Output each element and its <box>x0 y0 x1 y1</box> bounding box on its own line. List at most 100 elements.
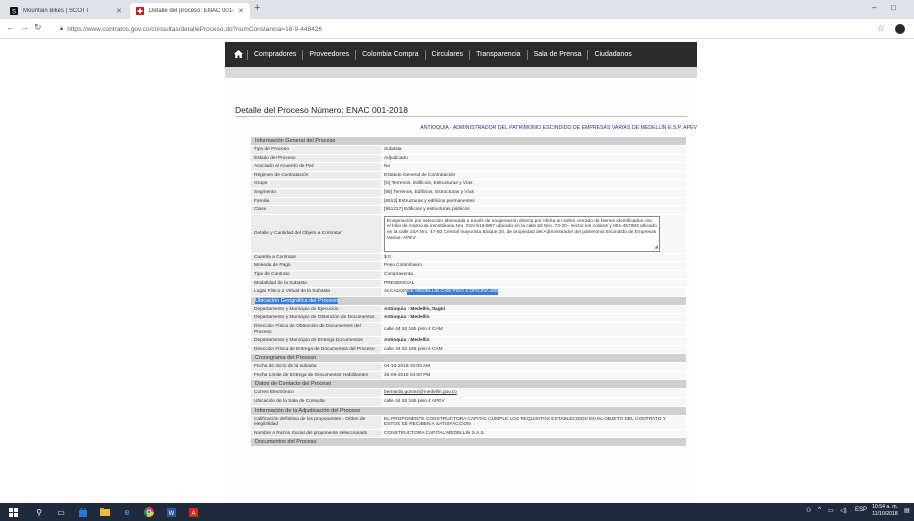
row-value: Adjudicado <box>381 154 686 163</box>
scott-icon: S <box>10 7 18 16</box>
nav-item-transparencia[interactable]: Transparencia <box>469 49 527 60</box>
table-row: Tipo de Contrato Compraventa <box>251 270 686 280</box>
store-icon[interactable] <box>76 506 90 518</box>
nav-item-circulares[interactable]: Circulares <box>424 49 470 60</box>
nav-item-ciudadanos[interactable]: Ciudadanos <box>587 49 637 60</box>
table-row: Segmento [95] Terrenos, Edificios, Estruc… <box>251 188 686 198</box>
row-value: $ 0 <box>381 253 686 262</box>
people-icon[interactable]: ⚇ <box>806 507 811 514</box>
svg-text:A: A <box>191 511 195 517</box>
table-row: Cuantía a Contratar $ 0 <box>251 253 686 263</box>
entity-name: ANTIOQUIA - ADMINISTRADOR DEL PATRIMONIO… <box>420 125 697 131</box>
row-value: ALCALDIA DE MEDELLIN CAM PISO 4 OFICINA … <box>381 288 686 296</box>
browser-tab-detalle[interactable]: Detalle del proceso: ENAC 001-2 ✕ <box>130 3 250 19</box>
row-label: Familia <box>251 197 381 206</box>
row-value: Peso Colombiano <box>381 262 686 270</box>
table-row-ubicacion: Dirección Física de Entrega de Documento… <box>251 345 686 355</box>
table-row-ubicacion: Departamento y Municipio de Ejecución Ant… <box>251 305 686 315</box>
section-header-contacto: Datos de Contacto del Proceso <box>251 380 686 390</box>
taskbar-clock[interactable]: 10:54 a. m. 11/10/2018 <box>872 504 898 518</box>
table-row: Clase [951217] Edificios y estructuras pú… <box>251 206 686 215</box>
table-row-contacto: Ubicación de la Sala de Consulta calle 44… <box>251 398 686 407</box>
row-label: Segmento <box>251 188 381 197</box>
section-header-documentos: Documentos del Proceso <box>251 438 686 448</box>
table-row: Familia [9512] Estructuras y edificios pe… <box>251 197 686 207</box>
row-label: Detalle y Cantidad del Objeto a Contrata… <box>251 214 381 253</box>
browser-tab-scott[interactable]: S Mountain Bikes | SCOTT ✕ <box>4 3 128 19</box>
table-row-adjudicacion: Calificación definitiva de los proponent… <box>251 415 686 430</box>
row-value: Antioquia : Medellín <box>381 337 686 345</box>
row-value: Subasta <box>381 146 686 154</box>
volume-icon[interactable]: ◁) <box>840 507 847 514</box>
language-indicator[interactable]: ESP <box>855 507 867 513</box>
nav-item-colombia-compra[interactable]: Colombia Compra <box>355 49 424 60</box>
table-row-cronograma: Fecha de Inicio de la subasta 04-10-2018 … <box>251 363 686 372</box>
row-label: Calificación definitiva de los proponent… <box>251 415 381 429</box>
profile-avatar[interactable] <box>895 24 905 34</box>
tray-chevron-icon[interactable]: ^ <box>818 507 821 513</box>
word-icon[interactable]: W <box>164 506 178 518</box>
file-explorer-icon[interactable] <box>98 506 112 518</box>
search-icon[interactable]: ⚲ <box>32 506 46 518</box>
page-viewport: Compradores Proveedores Colombia Compra … <box>0 39 914 503</box>
bookmark-star-icon[interactable]: ☆ <box>877 23 885 34</box>
network-icon[interactable]: ▭ <box>828 507 834 514</box>
lock-icon: 🔒︎ <box>60 25 64 32</box>
resize-grip-icon[interactable]: ◢ <box>654 245 658 251</box>
reload-icon[interactable]: ↻ <box>34 22 42 33</box>
row-value: 25-09-2018 04:00 PM <box>381 371 686 380</box>
main-content: Detalle del Proceso Número: ENAC 001-201… <box>225 78 697 503</box>
email-link[interactable]: bernardo.gomez@medellin.gov.co <box>381 389 686 398</box>
row-label: Clase <box>251 206 381 214</box>
table-row: Grupo [G] Terrenos, Edificios, Estructura… <box>251 180 686 189</box>
row-label: Tipo de Contrato <box>251 270 381 279</box>
sub-nav-bar <box>225 67 697 78</box>
row-label: Dirección Física de Entrega de Documento… <box>251 345 381 354</box>
table-row-ubicacion: Departamento y Municipio de Obtención de… <box>251 314 686 323</box>
minimize-button[interactable]: – <box>872 3 876 12</box>
edge-icon[interactable]: e <box>120 506 134 518</box>
page-title: Detalle del Proceso Número: ENAC 001-201… <box>235 105 408 115</box>
clock-date: 11/10/2018 <box>872 511 898 517</box>
acrobat-icon[interactable]: A <box>186 506 200 518</box>
task-view-icon[interactable]: ▭ <box>54 506 68 518</box>
row-label: Fecha Límite de Entrega de Documentos Ha… <box>251 371 381 380</box>
nav-item-proveedores[interactable]: Proveedores <box>302 49 355 60</box>
lugar-text: ALCALDIA <box>384 289 408 295</box>
row-label: Departamento y Municipio de Obtención de… <box>251 314 381 322</box>
row-value: Compraventa <box>381 270 686 279</box>
row-value: 04-10-2018 10:00 AM <box>381 363 686 371</box>
windows-start-icon[interactable] <box>6 506 20 518</box>
objeto-textarea[interactable]: Enajenación por selección abreviada a tr… <box>384 215 660 252</box>
section-header-ubicacion: Ubicación Geográfica del Proceso <box>251 296 686 306</box>
row-value: Antioquia : Medellín <box>381 314 686 322</box>
section-header-cronograma: Cronograma del Proceso <box>251 354 686 364</box>
nav-item-compradores[interactable]: Compradores <box>247 49 302 60</box>
row-label: Dirección Física de Obtención de Documen… <box>251 322 381 337</box>
chrome-icon[interactable] <box>142 506 156 518</box>
row-value: CONSTRUCTORA CAPITAL MEDELLIN S.A.S. <box>381 429 686 438</box>
address-bar[interactable]: 🔒︎ https://www.contratos.gov.co/consulta… <box>60 22 860 36</box>
forward-arrow-icon[interactable]: → <box>20 22 29 32</box>
table-row: Tipo de Proceso Subasta <box>251 146 686 155</box>
row-label: Departamento y Municipio de Entrega Docu… <box>251 337 381 345</box>
title-divider <box>235 116 687 117</box>
row-label: Régimen de Contratación <box>251 171 381 180</box>
home-icon[interactable] <box>229 49 247 60</box>
nav-item-sala-de-prensa[interactable]: Sala de Prensa <box>526 49 588 60</box>
back-arrow-icon[interactable]: ← <box>6 22 15 32</box>
objeto-text: Enajenación por selección abreviada a tr… <box>387 218 657 241</box>
table-row-ubicacion: Departamento y Municipio de Entrega Docu… <box>251 337 686 346</box>
close-tab-icon[interactable]: ✕ <box>116 7 122 15</box>
row-label: Nombre o Razón Social del proponente sel… <box>251 429 381 438</box>
table-row: Modalidad de la Subasta PRESENCIAL <box>251 279 686 289</box>
maximize-button[interactable]: □ <box>891 3 896 12</box>
table-row-lugar: Lugar Físico o Virtual de la Subasta ALC… <box>251 288 686 297</box>
close-tab-icon[interactable]: ✕ <box>238 7 244 15</box>
row-value: [G] Terrenos, Edificios, Estructuras y V… <box>381 180 686 188</box>
browser-tab-bar: S Mountain Bikes | SCOTT ✕ Detalle del p… <box>0 0 914 19</box>
row-label: Asociado al Acuerdo de Paz <box>251 163 381 171</box>
row-label: Grupo <box>251 180 381 188</box>
notifications-icon[interactable]: ▤ <box>904 507 910 514</box>
new-tab-button[interactable]: + <box>254 2 260 14</box>
